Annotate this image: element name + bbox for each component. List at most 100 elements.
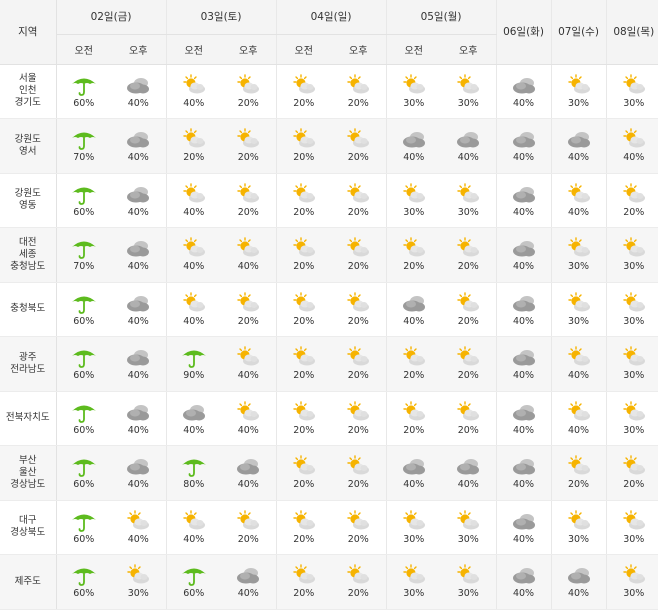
day-header: 06일(화) bbox=[496, 0, 552, 65]
forecast-cell: 40% bbox=[496, 64, 552, 119]
precipitation-probability: 30% bbox=[567, 97, 590, 109]
precipitation-probability: 40% bbox=[237, 588, 259, 600]
precipitation-probability: 40% bbox=[127, 479, 149, 491]
precipitation-probability: 30% bbox=[457, 588, 479, 600]
precipitation-probability: 60% bbox=[73, 206, 95, 218]
precipitation-probability: 20% bbox=[623, 206, 645, 218]
forecast-cell: 30% bbox=[441, 500, 497, 555]
partly-cloudy-icon bbox=[233, 510, 263, 532]
precipitation-probability: 40% bbox=[512, 588, 535, 600]
partly-cloudy-icon bbox=[564, 183, 594, 205]
region-name: 대구 경상북도 bbox=[0, 500, 57, 555]
region-name: 광주 전라남도 bbox=[0, 336, 57, 392]
partly-cloudy-icon bbox=[233, 346, 263, 368]
precipitation-probability: 20% bbox=[237, 97, 259, 109]
forecast-cell: 40% bbox=[606, 118, 658, 174]
precipitation-probability: 40% bbox=[512, 533, 535, 545]
forecast-cell: 20% bbox=[276, 282, 331, 337]
table-row: 부산 울산 경상남도 60% 40% 80% 40% 20% 20% 40% 40% 40% 20%… bbox=[0, 445, 658, 501]
cloud-icon bbox=[123, 292, 153, 314]
forecast-cell: 20% bbox=[331, 391, 387, 446]
precipitation-probability: 40% bbox=[127, 533, 149, 545]
partly-cloudy-icon bbox=[619, 183, 649, 205]
table-row: 전북자치도 60% 40% 40% 40% 20% 20% 20% 20% 40% 40% 30% bbox=[0, 391, 658, 446]
forecast-cell: 40% bbox=[551, 118, 607, 174]
cloud-icon bbox=[509, 346, 539, 368]
precipitation-probability: 20% bbox=[183, 152, 205, 164]
precipitation-probability: 40% bbox=[127, 152, 149, 164]
precipitation-probability: 80% bbox=[183, 479, 205, 491]
cloud-icon bbox=[564, 564, 594, 586]
forecast-cell: 40% bbox=[496, 227, 552, 283]
day-header: 03일(토) bbox=[166, 0, 277, 35]
forecast-cell: 20% bbox=[221, 282, 277, 337]
precipitation-probability: 60% bbox=[73, 424, 95, 436]
partly-cloudy-icon bbox=[453, 183, 483, 205]
precipitation-probability: 20% bbox=[237, 533, 259, 545]
am-header: 오전 bbox=[56, 34, 111, 65]
forecast-cell: 20% bbox=[276, 445, 331, 501]
forecast-cell: 40% bbox=[386, 282, 441, 337]
region-name: 대전 세종 충청남도 bbox=[0, 227, 57, 283]
cloud-icon bbox=[509, 510, 539, 532]
precipitation-probability: 20% bbox=[293, 588, 315, 600]
precipitation-probability: 40% bbox=[623, 152, 645, 164]
forecast-cell: 40% bbox=[111, 282, 167, 337]
partly-cloudy-icon bbox=[179, 510, 209, 532]
partly-cloudy-icon bbox=[343, 183, 373, 205]
precipitation-probability: 40% bbox=[567, 152, 590, 164]
precipitation-probability: 20% bbox=[347, 533, 369, 545]
table-row: 광주 전라남도 60% 40% 90% 40% 20% 20% 20% 20% 40% 40% 30% bbox=[0, 336, 658, 392]
partly-cloudy-icon bbox=[399, 74, 429, 96]
table-row: 서울 인천 경기도 60% 40% 40% 20% 20% 20% 30% 30% 40% 30% 3… bbox=[0, 64, 658, 119]
cloud-icon bbox=[123, 183, 153, 205]
precipitation-probability: 20% bbox=[347, 206, 369, 218]
partly-cloudy-icon bbox=[399, 346, 429, 368]
partly-cloudy-icon bbox=[289, 346, 319, 368]
forecast-cell: 40% bbox=[221, 391, 277, 446]
forecast-cell: 20% bbox=[606, 445, 658, 501]
forecast-cell: 20% bbox=[331, 554, 387, 610]
forecast-cell: 90% bbox=[166, 336, 221, 392]
forecast-cell: 20% bbox=[441, 336, 497, 392]
partly-cloudy-icon bbox=[453, 74, 483, 96]
forecast-cell: 20% bbox=[221, 173, 277, 228]
partly-cloudy-icon bbox=[399, 237, 429, 259]
precipitation-probability: 30% bbox=[403, 588, 425, 600]
forecast-cell: 40% bbox=[496, 336, 552, 392]
umbrella-icon bbox=[69, 346, 99, 369]
pm-header: 오후 bbox=[221, 34, 277, 65]
partly-cloudy-icon bbox=[289, 128, 319, 150]
cloud-icon bbox=[123, 455, 153, 477]
partly-cloudy-icon bbox=[564, 292, 594, 314]
precipitation-probability: 40% bbox=[512, 97, 535, 109]
partly-cloudy-icon bbox=[619, 455, 649, 477]
precipitation-probability: 20% bbox=[457, 261, 479, 273]
precipitation-probability: 30% bbox=[403, 533, 425, 545]
precipitation-probability: 40% bbox=[567, 370, 590, 382]
table-row: 강원도 영동 60% 40% 40% 20% 20% 20% 30% 30% 40% 40% 20% bbox=[0, 173, 658, 228]
forecast-cell: 40% bbox=[111, 118, 167, 174]
precipitation-probability: 20% bbox=[293, 97, 315, 109]
forecast-cell: 20% bbox=[331, 227, 387, 283]
partly-cloudy-icon bbox=[289, 74, 319, 96]
forecast-cell: 40% bbox=[496, 500, 552, 555]
cloud-icon bbox=[399, 292, 429, 314]
partly-cloudy-icon bbox=[619, 564, 649, 586]
precipitation-probability: 30% bbox=[567, 533, 590, 545]
cloud-icon bbox=[453, 455, 483, 477]
partly-cloudy-icon bbox=[619, 346, 649, 368]
partly-cloudy-icon bbox=[343, 346, 373, 368]
weather-forecast-table: 지역 02일(금) 03일(토) 04일(일) 05일(월) 06일(화) 07… bbox=[0, 0, 658, 610]
partly-cloudy-icon bbox=[619, 74, 649, 96]
forecast-cell: 20% bbox=[276, 227, 331, 283]
precipitation-probability: 20% bbox=[457, 370, 479, 382]
table-row: 강원도 영서 70% 40% 20% 20% 20% 20% 40% 40% 40% 40% 40% bbox=[0, 118, 658, 174]
partly-cloudy-icon bbox=[343, 237, 373, 259]
umbrella-icon bbox=[69, 455, 99, 478]
precipitation-probability: 20% bbox=[293, 370, 315, 382]
cloud-icon bbox=[509, 564, 539, 586]
forecast-cell: 20% bbox=[276, 64, 331, 119]
umbrella-icon bbox=[69, 292, 99, 314]
table-row: 충청북도 60% 40% 40% 20% 20% 20% 40% 20% 40% 30% 30% bbox=[0, 282, 658, 337]
